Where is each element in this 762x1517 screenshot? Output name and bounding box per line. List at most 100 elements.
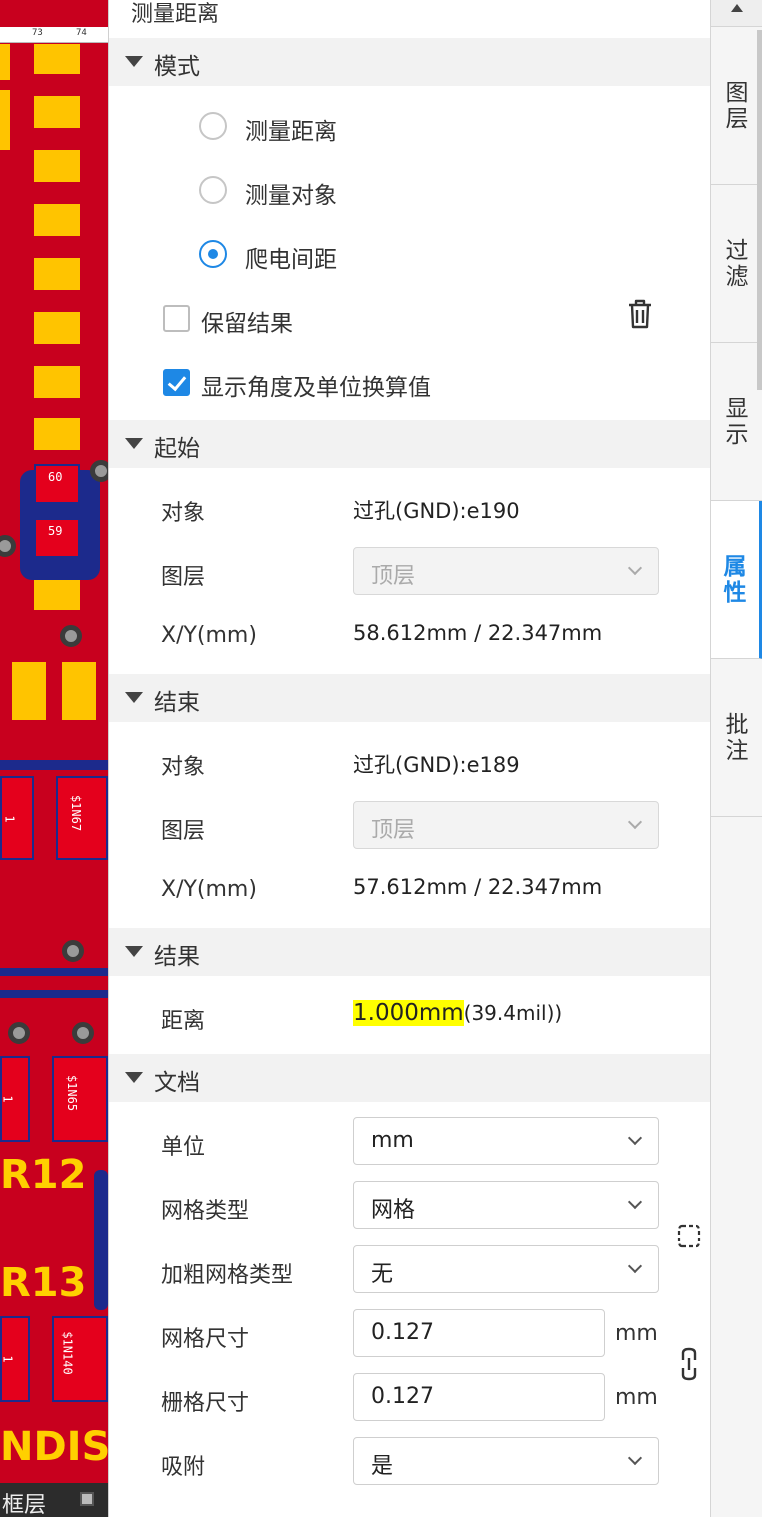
start-object-value: 过孔(GND):e190 [353,499,520,523]
scrollbar[interactable] [757,30,762,390]
trash-icon[interactable] [626,298,654,330]
silk-label: R12 [0,1152,87,1198]
section-end-header[interactable]: 结束 [109,674,711,722]
select-value: 无 [371,1262,394,1287]
unlink-icon[interactable] [673,1220,705,1252]
bold-grid-label: 加粗网格类型 [161,1263,294,1288]
show-angle-checkbox[interactable] [163,369,190,396]
input-value: 0.127 [371,1320,434,1345]
chevron-down-icon [627,1130,643,1146]
section-title: 结束 [154,690,200,716]
pad-label: 1 [0,1355,15,1363]
pad-label: 60 [48,470,63,484]
tab-filter[interactable]: 过滤 [711,185,762,343]
via[interactable] [8,1022,30,1044]
chevron-down-icon [627,1450,643,1466]
collapse-triangle-icon [125,692,143,703]
tab-annotations[interactable]: 批注 [711,659,762,817]
section-title: 起始 [154,436,200,462]
grid-size-input[interactable]: 0.127 [353,1309,605,1357]
end-layer-label: 图层 [161,819,206,844]
section-title: 模式 [154,54,200,80]
pad [52,1056,108,1142]
pad-label: 1 [0,1095,15,1103]
chevron-down-icon [627,1258,643,1274]
select-value: 是 [371,1454,394,1479]
tab-layers[interactable]: 图层 [711,28,762,185]
snap-size-unit: mm [615,1385,658,1410]
start-object-label: 对象 [161,501,206,526]
layer-color-swatch[interactable] [80,1492,94,1506]
select-value: 顶层 [371,818,416,843]
radio-label: 测量距离 [245,119,337,145]
tab-properties[interactable]: 属性 [711,501,762,659]
radio-creepage[interactable] [199,240,227,268]
layer-status-bar[interactable]: 框层 [0,1483,108,1517]
chevron-down-icon [627,814,643,830]
pad-label: 1 [2,815,17,823]
side-tab-bar: 图层 过滤 显示 属性 批注 [710,0,762,1517]
start-xy-value: 58.612mm / 22.347mm [353,621,603,645]
pcb-canvas[interactable]: 73 74 60 59 1 $1N67 1 $1N65 R12 R13 1 $1… [0,0,108,1517]
layer-status-label: 框层 [2,1493,47,1517]
pad [62,662,96,720]
ruler-tick: 74 [76,28,87,38]
pad [34,312,80,344]
unit-label: 单位 [161,1135,206,1160]
grid-type-select[interactable]: 网格 [353,1181,659,1229]
radio-label: 测量对象 [245,183,337,209]
section-result-header[interactable]: 结果 [109,928,711,976]
end-object-value: 过孔(GND):e189 [353,753,520,777]
radio-measure-distance[interactable] [199,112,227,140]
end-xy-label: X/Y(mm) [161,877,257,902]
checkbox-label: 保留结果 [201,311,293,337]
distance-label: 距离 [161,1009,206,1034]
via[interactable] [60,625,82,647]
tab-label: 批注 [725,711,749,764]
distance-value: 1.000mm(39.4mil)) [353,1000,562,1026]
select-value: mm [371,1128,414,1153]
via[interactable] [62,940,84,962]
grid-size-label: 网格尺寸 [161,1327,250,1352]
unit-select[interactable]: mm [353,1117,659,1165]
collapse-up-icon[interactable] [711,0,762,27]
link-icon[interactable] [679,1346,699,1382]
trace [0,760,108,770]
collapse-triangle-icon [125,946,143,957]
distance-highlight: 1.000mm [353,1000,464,1026]
pad [34,418,80,450]
tab-display[interactable]: 显示 [711,343,762,501]
section-title: 结果 [154,944,200,970]
via[interactable] [90,460,108,482]
pad [12,662,46,720]
start-xy-label: X/Y(mm) [161,623,257,648]
pad [34,258,80,290]
end-layer-select: 顶层 [353,801,659,849]
pad [34,44,80,74]
pad [34,96,80,128]
snap-size-input[interactable]: 0.127 [353,1373,605,1421]
collapse-triangle-icon [125,438,143,449]
snap-select[interactable]: 是 [353,1437,659,1485]
end-object-label: 对象 [161,755,206,780]
end-xy-value: 57.612mm / 22.347mm [353,875,603,899]
radio-measure-object[interactable] [199,176,227,204]
chevron-down-icon [627,1194,643,1210]
section-document-header[interactable]: 文档 [109,1054,711,1102]
via[interactable] [72,1022,94,1044]
select-value: 网格 [371,1198,416,1223]
via[interactable] [0,535,16,557]
bold-grid-select[interactable]: 无 [353,1245,659,1293]
select-value: 顶层 [371,564,416,589]
grid-type-label: 网格类型 [161,1199,250,1224]
pad [34,150,80,182]
tab-label: 显示 [725,395,749,448]
start-layer-select: 顶层 [353,547,659,595]
keep-result-checkbox[interactable] [163,305,190,332]
pad-label: $1N140 [60,1331,75,1375]
section-mode-header[interactable]: 模式 [109,38,711,86]
section-start-header[interactable]: 起始 [109,420,711,468]
pad [34,366,80,398]
ruler: 73 74 [0,27,108,43]
pad [34,204,80,236]
